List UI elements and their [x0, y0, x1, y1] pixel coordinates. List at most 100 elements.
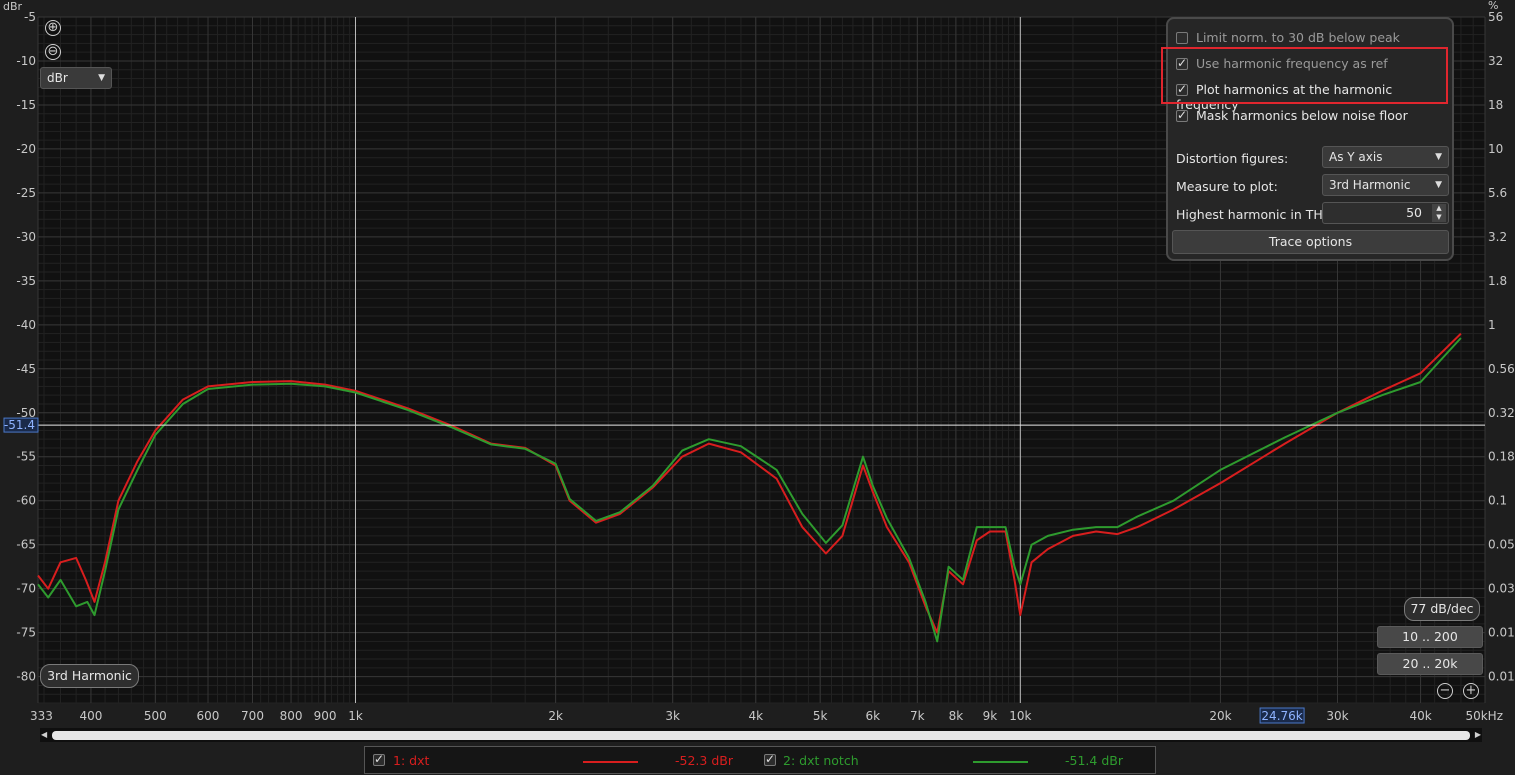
- measure-badge[interactable]: 3rd Harmonic: [40, 664, 139, 688]
- right-axis-unit: %: [1488, 0, 1498, 12]
- chevron-down-icon: ▼: [1435, 152, 1442, 162]
- limit-norm-checkbox[interactable]: [1176, 32, 1188, 44]
- limit-norm-option[interactable]: Limit norm. to 30 dB below peak: [1176, 30, 1400, 48]
- spin-down-icon[interactable]: ▼: [1432, 213, 1446, 222]
- y-tick-label: -35: [16, 274, 36, 288]
- x-tick-label: 7k: [910, 709, 925, 723]
- measure-dropdown[interactable]: 3rd Harmonic ▼: [1322, 174, 1449, 196]
- legend-2-label: 2: dxt notch: [783, 753, 859, 768]
- right-tick-label: 0.032: [1488, 582, 1515, 596]
- x-tick-label: 800: [280, 709, 303, 723]
- y-tick-label: -20: [16, 142, 36, 156]
- legend-1-checkbox[interactable]: [373, 752, 385, 766]
- x-tick-label: 2k: [548, 709, 563, 723]
- mask-harmonics-checkbox[interactable]: [1176, 108, 1188, 122]
- zoom-out-icon[interactable]: −: [1437, 683, 1453, 699]
- right-tick-label: 0.018: [1488, 626, 1515, 640]
- zoom-in-icon[interactable]: +: [1463, 683, 1479, 699]
- slope-button[interactable]: 77 dB/dec: [1404, 597, 1480, 621]
- zoom-in-icon[interactable]: ⊕: [45, 20, 61, 36]
- legend-1-label: 1: dxt: [393, 753, 430, 768]
- x-tick-label: 10k: [1009, 709, 1031, 723]
- right-tick-label: 0.1: [1488, 494, 1507, 508]
- right-tick-label: 0.056: [1488, 538, 1515, 552]
- left-axis-unit: dBr: [3, 0, 23, 13]
- right-tick-label: 0.18: [1488, 450, 1515, 464]
- y-tick-label: -45: [16, 362, 36, 376]
- x-tick-label: 40k: [1409, 709, 1431, 723]
- x-tick-label: 9k: [983, 709, 998, 723]
- scroll-left-icon[interactable]: ◀: [41, 730, 47, 739]
- highest-harmonic-value: 50: [1406, 205, 1422, 220]
- limit-norm-label: Limit norm. to 30 dB below peak: [1196, 30, 1400, 45]
- y-axis-left: -5-10-15-20-25-30-35-40-45-50-55-60-65-7…: [16, 10, 36, 684]
- x-tick-label: 400: [79, 709, 102, 723]
- y-tick-label: -70: [16, 582, 36, 596]
- chevron-down-icon: ▼: [1435, 180, 1442, 190]
- scrollbar-thumb[interactable]: [52, 731, 1470, 740]
- distortion-figures-label: Distortion figures:: [1176, 151, 1289, 166]
- y-tick-label: -75: [16, 626, 36, 640]
- x-tick-label: 600: [197, 709, 220, 723]
- legend-2-checkbox[interactable]: [764, 752, 776, 766]
- x-tick-label: 5k: [813, 709, 828, 723]
- right-tick-label: 1.8: [1488, 274, 1507, 288]
- x-tick-label: 333: [30, 709, 53, 723]
- right-tick-label: 18: [1488, 98, 1503, 112]
- range-10-200-button[interactable]: 10 .. 200: [1377, 626, 1483, 648]
- right-tick-label: 10: [1488, 142, 1503, 156]
- right-tick-label: 5.6: [1488, 186, 1507, 200]
- chevron-down-icon: ▼: [98, 73, 105, 83]
- mask-harmonics-label: Mask harmonics below noise floor: [1196, 108, 1408, 123]
- y-tick-label: -80: [16, 670, 36, 684]
- horizontal-scrollbar[interactable]: ◀ ▶: [40, 728, 1482, 742]
- x-tick-label: 50kHz: [1465, 709, 1503, 723]
- distortion-figures-dropdown[interactable]: As Y axis ▼: [1322, 146, 1449, 168]
- y-tick-label: -65: [16, 538, 36, 552]
- right-tick-label: 0.56: [1488, 362, 1515, 376]
- y-axis-right: 56 32 18 10 5.6 3.2 1.8 1 0.56 0.32 0.18 0.1 0.056 0.…: [1488, 10, 1515, 684]
- highlight-box: [1161, 47, 1448, 104]
- x-tick-label: 1k: [348, 709, 363, 723]
- right-tick-label: 32: [1488, 54, 1503, 68]
- scroll-right-icon[interactable]: ▶: [1475, 730, 1481, 739]
- x-tick-label: 3k: [665, 709, 680, 723]
- legend-2-swatch: [973, 761, 1028, 763]
- legend: 1: dxt -52.3 dBr 2: dxt notch -51.4 dBr: [364, 746, 1156, 774]
- unit-dropdown-value: dBr: [47, 71, 68, 85]
- mask-harmonics-option[interactable]: Mask harmonics below noise floor: [1176, 108, 1408, 126]
- trace-options-button[interactable]: Trace options: [1172, 230, 1449, 254]
- distortion-figures-value: As Y axis: [1329, 150, 1383, 164]
- range-20-20k-button[interactable]: 20 .. 20k: [1377, 653, 1483, 675]
- y-tick-label: -10: [16, 54, 36, 68]
- legend-1-value: -52.3 dBr: [675, 753, 733, 768]
- right-tick-label: 3.2: [1488, 230, 1507, 244]
- x-tick-label: 6k: [866, 709, 881, 723]
- x-tick-label: 500: [144, 709, 167, 723]
- spin-up-icon[interactable]: ▲: [1432, 204, 1446, 213]
- x-tick-label: 8k: [949, 709, 964, 723]
- zoom-out-icon[interactable]: ⊖: [45, 44, 61, 60]
- x-tick-label: 20k: [1209, 709, 1231, 723]
- right-tick-label: 56: [1488, 10, 1503, 24]
- right-tick-label: 0.32: [1488, 406, 1515, 420]
- cursor-x-label: 24.76k: [1261, 709, 1302, 723]
- unit-dropdown[interactable]: dBr ▼: [40, 67, 112, 89]
- right-tick-label: 0.01: [1488, 670, 1515, 684]
- legend-1-swatch: [583, 761, 638, 763]
- y-tick-label: -40: [16, 318, 36, 332]
- y-tick-label: -30: [16, 230, 36, 244]
- y-tick-label: -55: [16, 450, 36, 464]
- highest-harmonic-spinbox[interactable]: 50 ▲ ▼: [1322, 202, 1449, 224]
- y-tick-label: -60: [16, 494, 36, 508]
- y-tick-label: -5: [24, 10, 36, 24]
- x-tick-label: 700: [241, 709, 264, 723]
- legend-2-value: -51.4 dBr: [1065, 753, 1123, 768]
- x-tick-label: 900: [314, 709, 337, 723]
- cursor-y-label: -51.4: [4, 418, 35, 432]
- measure-value: 3rd Harmonic: [1329, 178, 1411, 192]
- y-tick-label: -15: [16, 98, 36, 112]
- right-tick-label: 1: [1488, 318, 1496, 332]
- x-tick-label: 30k: [1326, 709, 1348, 723]
- y-tick-label: -25: [16, 186, 36, 200]
